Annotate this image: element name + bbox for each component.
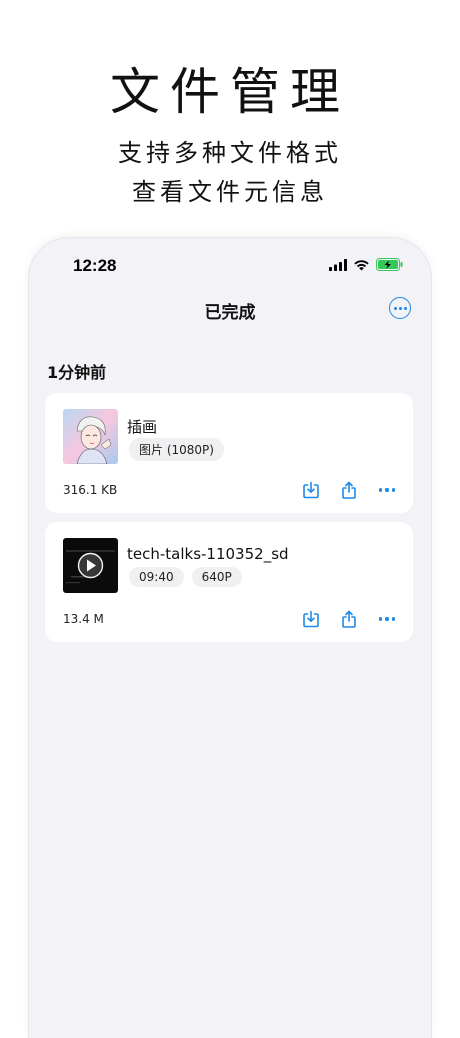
status-time: 12:28	[73, 256, 117, 275]
file-actions	[301, 609, 397, 629]
video-thumbnail	[63, 538, 118, 593]
file-card[interactable]: tech-talks-110352_sd 09:40 640P 13.4 M	[45, 522, 413, 642]
promo-line-1: 支持多种文件格式	[118, 139, 342, 167]
file-size: 13.4 M	[63, 612, 104, 626]
file-name: 插画	[127, 418, 158, 436]
nav-title: 已完成	[204, 303, 256, 323]
signal-icon	[329, 258, 347, 271]
section-title: 1分钟前	[47, 363, 107, 382]
download-icon[interactable]	[301, 480, 321, 500]
file-tag: 09:40	[129, 567, 184, 587]
phone-screen: 12:28 已完成 1分钟前 插画 图片 (1080P) 316.1 KB te…	[29, 238, 431, 1038]
file-name: tech-talks-110352_sd	[127, 545, 289, 563]
file-tags: 09:40 640P	[129, 567, 242, 587]
file-size: 316.1 KB	[63, 483, 118, 497]
more-icon[interactable]	[377, 609, 397, 629]
file-tag: 图片 (1080P)	[129, 438, 224, 461]
status-bar: 12:28	[29, 254, 431, 278]
more-icon[interactable]	[377, 480, 397, 500]
status-icons	[329, 258, 403, 271]
promo-headline: 文件管理	[110, 63, 350, 121]
file-card[interactable]: 插画 图片 (1080P) 316.1 KB	[45, 393, 413, 513]
battery-charging-icon	[376, 258, 403, 271]
share-icon[interactable]	[339, 480, 359, 500]
more-circle-icon[interactable]	[389, 297, 411, 319]
download-icon[interactable]	[301, 609, 321, 629]
file-tag: 640P	[191, 567, 242, 587]
file-actions	[301, 480, 397, 500]
file-tags: 图片 (1080P)	[129, 438, 224, 461]
share-icon[interactable]	[339, 609, 359, 629]
promo-line-2: 查看文件元信息	[132, 178, 328, 206]
wifi-icon	[354, 259, 369, 270]
image-thumbnail	[63, 409, 118, 464]
